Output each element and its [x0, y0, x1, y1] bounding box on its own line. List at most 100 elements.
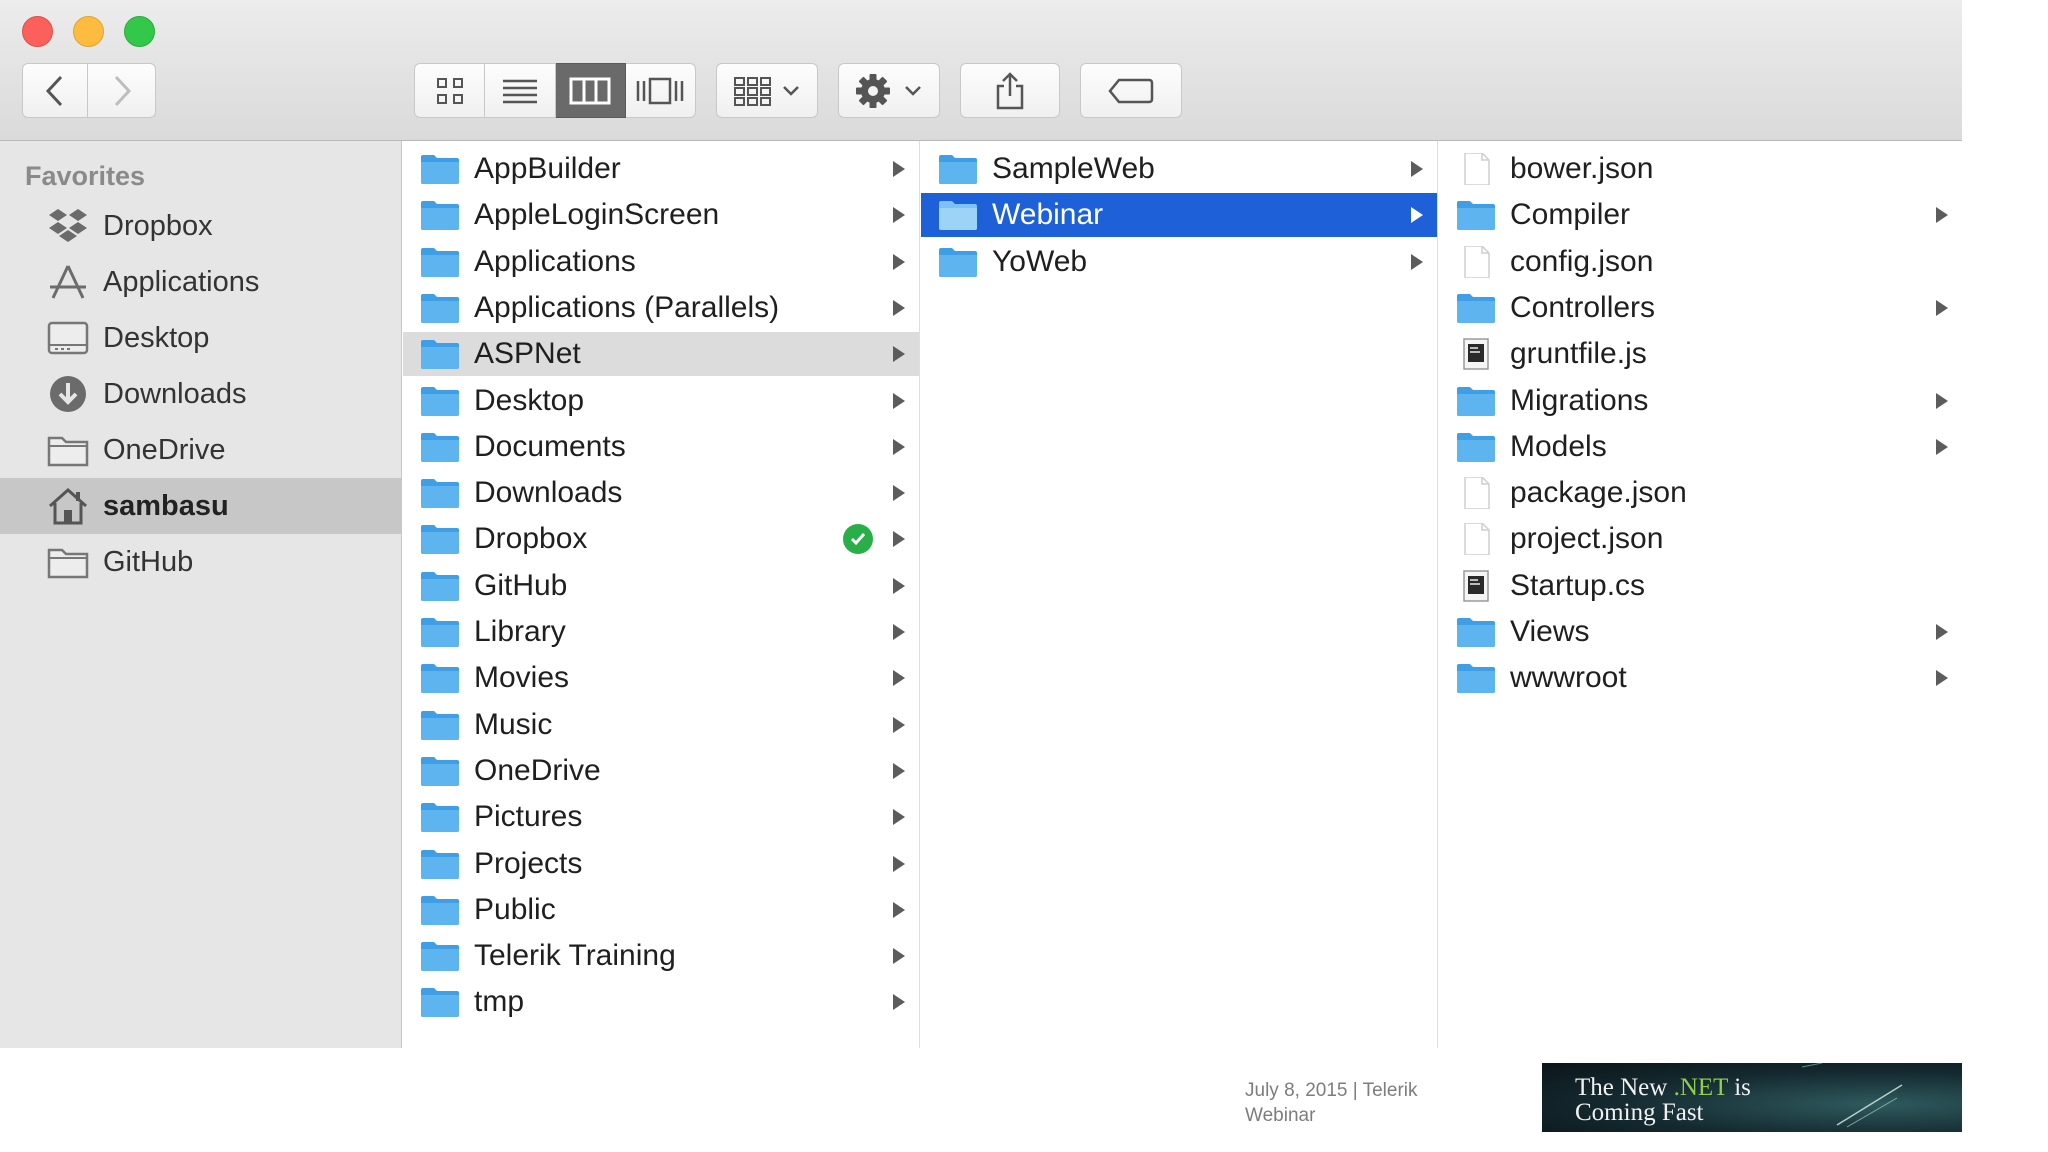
list-item-projects[interactable]: Projects [403, 842, 919, 886]
list-item-compiler[interactable]: Compiler [1439, 193, 1962, 237]
arrange-button[interactable] [716, 63, 818, 118]
sidebar-item-downloads[interactable]: Downloads [0, 366, 402, 422]
folder-icon [421, 340, 459, 370]
item-label: Library [474, 615, 566, 648]
sidebar: Favorites Dropbox Applications Desktop D… [0, 141, 402, 1048]
icon-view-button[interactable] [414, 63, 486, 118]
disclosure-arrow-icon [893, 762, 905, 779]
banner-title-line2: Coming Fast [1575, 1099, 1704, 1126]
list-item-library[interactable]: Library [403, 610, 919, 654]
disclosure-arrow-icon [893, 670, 905, 687]
zoom-window-button[interactable] [124, 16, 155, 47]
list-item-webinar[interactable]: Webinar [921, 193, 1437, 238]
folder-icon [421, 525, 459, 555]
list-item-views[interactable]: Views [1439, 610, 1962, 654]
folder-icon [421, 756, 459, 786]
forward-button[interactable] [88, 63, 156, 118]
minimize-window-button[interactable] [73, 16, 104, 47]
sidebar-item-onedrive[interactable]: OneDrive [0, 422, 402, 478]
list-item-downloads[interactable]: Downloads [403, 471, 919, 515]
item-label: ASPNet [474, 337, 581, 371]
list-item-wwwroot[interactable]: wwwroot [1439, 656, 1962, 700]
sidebar-item-github[interactable]: GitHub [0, 534, 402, 590]
folder-icon [421, 849, 459, 879]
list-item-yoweb[interactable]: YoWeb [921, 240, 1437, 284]
disclosure-arrow-icon [893, 901, 905, 918]
back-button[interactable] [22, 63, 88, 118]
list-item-telerik-training[interactable]: Telerik Training [403, 934, 919, 978]
list-item-public[interactable]: Public [403, 888, 919, 932]
list-item-bower-json[interactable]: bower.json [1439, 147, 1962, 191]
folder-icon [421, 155, 459, 184]
item-label: Controllers [1510, 290, 1656, 324]
item-label: Desktop [474, 383, 585, 417]
list-item-tmp[interactable]: tmp [403, 980, 919, 1024]
list-item-documents[interactable]: Documents [403, 425, 919, 469]
share-icon [996, 71, 1024, 109]
action-button[interactable] [838, 63, 940, 118]
script-file-icon [1463, 569, 1489, 602]
list-item-appleloginscreen[interactable]: AppleLoginScreen [403, 193, 919, 237]
banner-text: is [1727, 1074, 1751, 1101]
list-item-desktop[interactable]: Desktop [403, 379, 919, 423]
list-item-gruntfile-js[interactable]: gruntfile.js [1439, 332, 1962, 376]
list-item-config-json[interactable]: config.json [1439, 240, 1962, 284]
disclosure-arrow-icon [1936, 392, 1948, 409]
item-label: Movies [474, 661, 570, 695]
file-icon [1464, 477, 1490, 510]
list-item-onedrive[interactable]: OneDrive [403, 749, 919, 793]
folder-icon [939, 155, 977, 184]
folder-icon [421, 201, 459, 231]
folder-icon [421, 479, 459, 509]
sidebar-item-label: Desktop [103, 321, 210, 354]
close-window-button[interactable] [22, 16, 53, 47]
column-view-button[interactable] [555, 63, 626, 118]
share-button[interactable] [960, 63, 1060, 118]
list-item-controllers[interactable]: Controllers [1439, 286, 1962, 330]
list-item-movies[interactable]: Movies [403, 656, 919, 700]
item-label: gruntfile.js [1510, 337, 1647, 371]
footer-date: July 8, 2015 | Telerik [1245, 1080, 1418, 1101]
list-item-music[interactable]: Music [403, 703, 919, 747]
item-label: Telerik Training [474, 939, 676, 973]
list-item-models[interactable]: Models [1439, 425, 1962, 469]
disclosure-arrow-icon [893, 716, 905, 733]
list-item-appbuilder[interactable]: AppBuilder [403, 147, 919, 191]
gear-icon [856, 73, 921, 108]
list-item-sampleweb[interactable]: SampleWeb [921, 147, 1437, 191]
list-item-github[interactable]: GitHub [403, 564, 919, 608]
sidebar-item-applications[interactable]: Applications [0, 254, 402, 310]
item-label: YoWeb [992, 244, 1088, 278]
list-item-pictures[interactable]: Pictures [403, 795, 919, 839]
item-label: tmp [474, 985, 525, 1019]
list-item-applications[interactable]: Applications [403, 240, 919, 284]
list-item-aspnet[interactable]: ASPNet [403, 332, 919, 377]
file-icon [1464, 245, 1490, 278]
list-item-package-json[interactable]: package.json [1439, 471, 1962, 515]
list-item-project-json[interactable]: project.json [1439, 517, 1962, 561]
banner-net-text: .NET [1673, 1074, 1728, 1101]
list-item-startup-cs[interactable]: Startup.cs [1439, 564, 1962, 608]
icon-view-icon [436, 77, 463, 104]
cover-flow-button[interactable] [625, 63, 696, 118]
folder-icon [1457, 664, 1495, 694]
list-item-dropbox[interactable]: Dropbox [403, 517, 919, 561]
disclosure-arrow-icon [893, 161, 905, 177]
item-label: Music [474, 707, 553, 741]
item-label: bower.json [1510, 152, 1654, 185]
folder-icon [421, 247, 459, 277]
home-icon [46, 484, 90, 528]
sidebar-item-dropbox[interactable]: Dropbox [0, 198, 402, 254]
list-item-migrations[interactable]: Migrations [1439, 379, 1962, 423]
tags-button[interactable] [1080, 63, 1182, 118]
disclosure-arrow-icon [893, 207, 905, 224]
disclosure-arrow-icon [1936, 438, 1948, 455]
sidebar-item-sambasu[interactable]: sambasu [0, 478, 402, 534]
item-label: Public [474, 892, 556, 926]
list-view-button[interactable] [485, 63, 556, 118]
sidebar-item-desktop[interactable]: Desktop [0, 310, 402, 366]
webinar-banner: The New .NET is Coming Fast [1542, 1063, 1962, 1132]
folder-icon [1457, 618, 1495, 647]
toolbar [0, 0, 1962, 141]
list-item-applications-parallels[interactable]: Applications (Parallels) [403, 286, 919, 330]
